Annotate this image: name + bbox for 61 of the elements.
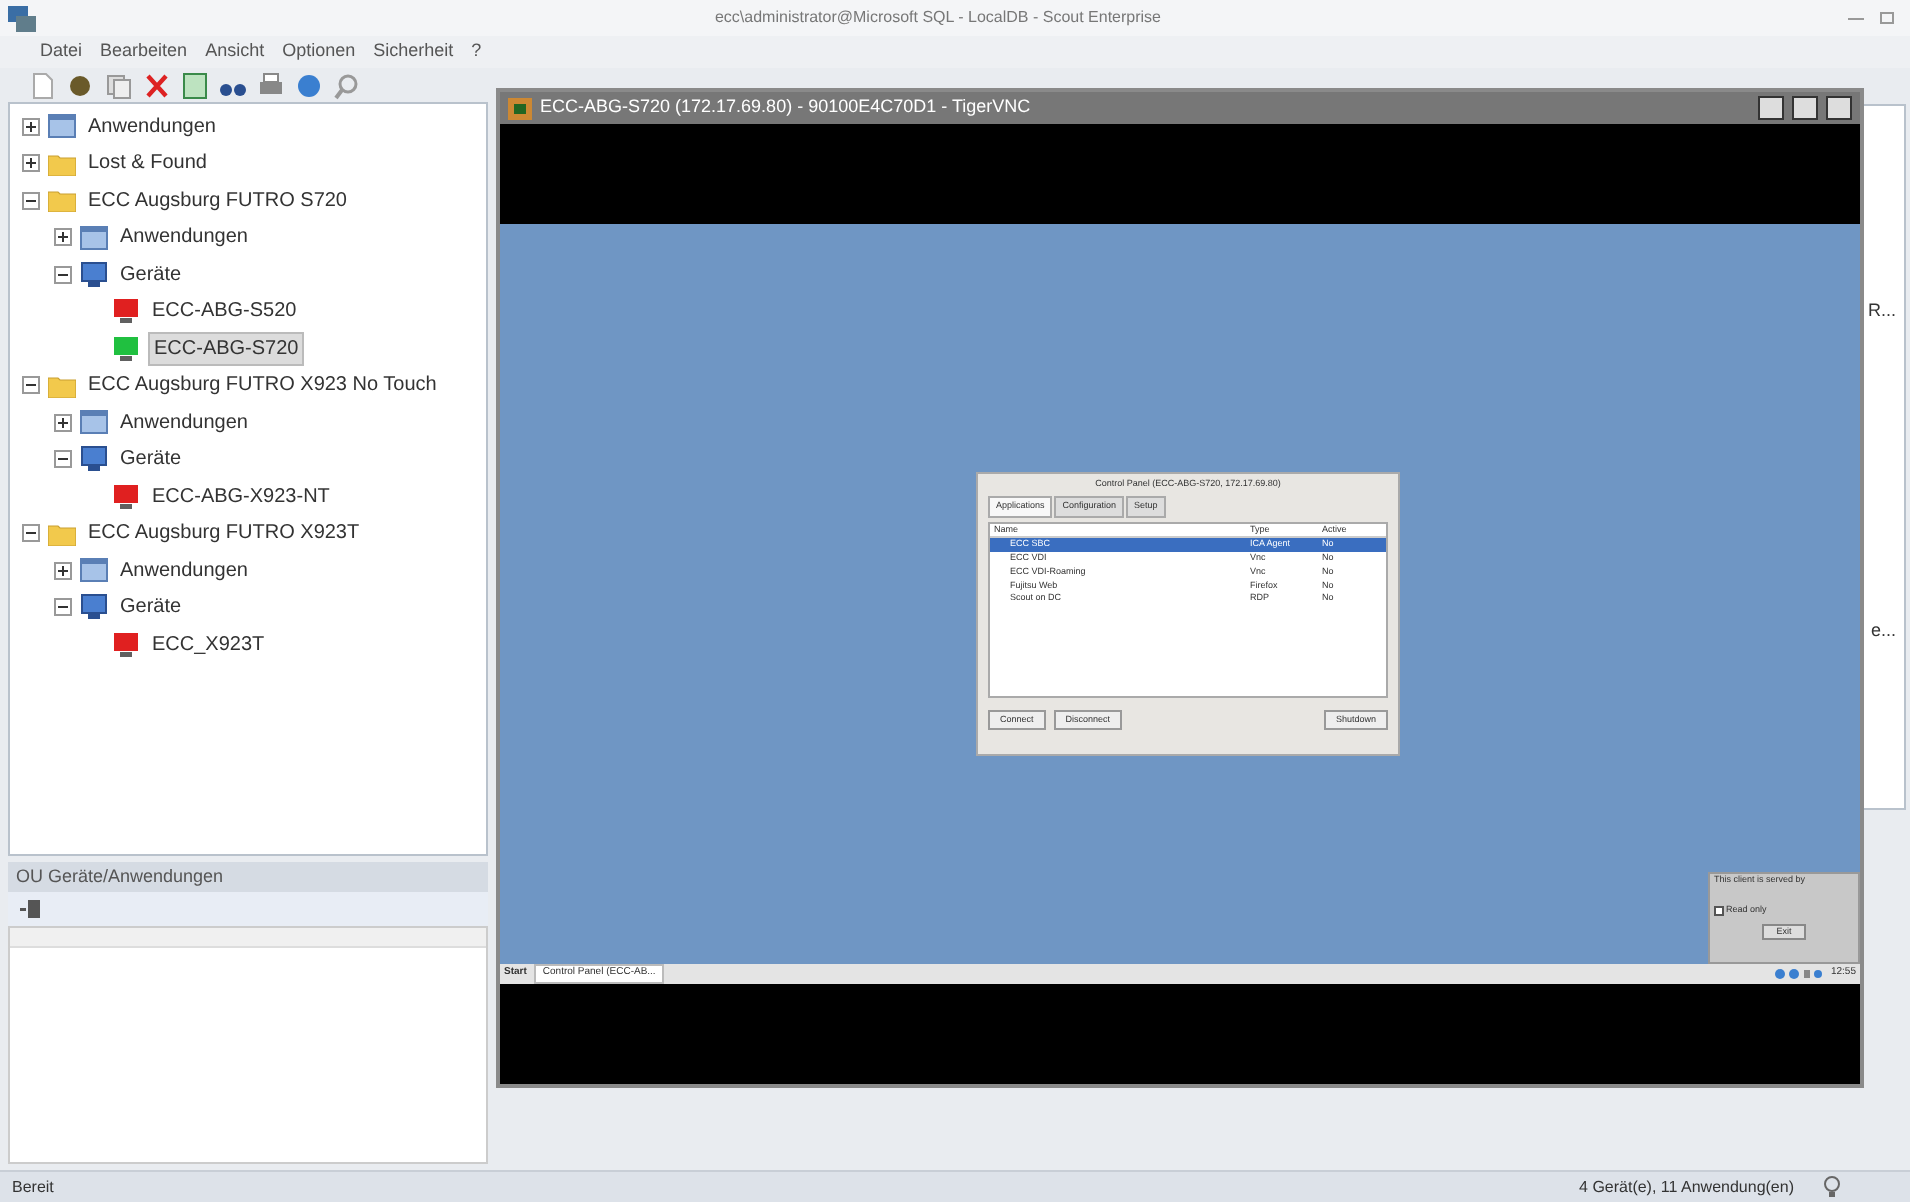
expand-icon[interactable] [22,117,40,136]
folder-icon [48,188,76,213]
window-icon [80,225,108,250]
folder-icon [48,521,76,546]
folder-icon [48,151,76,176]
monitor-icon [80,446,108,473]
expand-icon[interactable] [54,413,72,432]
collapse-icon[interactable] [22,524,40,543]
expand-icon[interactable] [22,154,40,173]
window-icon [48,114,76,139]
menu-item[interactable]: Sicherheit [373,38,454,66]
collapse-icon[interactable] [22,191,40,210]
exit-icon[interactable] [20,900,40,918]
monitor-icon [80,594,108,621]
collapse-icon[interactable] [54,598,72,617]
status-text: 4 Gerät(e), 11 Anwendung(en) [1579,1175,1794,1199]
lightbulb-icon [1822,1176,1842,1198]
collapse-icon[interactable] [54,450,72,469]
app-logo-icon [8,5,36,31]
collapse-icon[interactable] [54,265,72,284]
close-icon[interactable] [1826,96,1852,120]
menu-item[interactable]: Bearbeiten [100,38,188,66]
tree-item[interactable]: Geräte [116,592,186,623]
column-text: e... [1870,618,1896,644]
tree-item[interactable]: Lost & Found [84,148,211,179]
maximize-icon[interactable] [1792,96,1818,120]
tree-item[interactable]: ECC-ABG-S520 [148,296,301,327]
window-title: ECC-ABG-S720 (172.17.69.80) - 90100E4C70D1 - TigerVNC [540,94,1033,121]
expand-icon[interactable] [54,561,72,580]
tree-item[interactable]: ECC-ABG-X923-NT [148,481,334,512]
column-text: R... [1867,298,1896,324]
folder-icon [48,373,76,398]
window-icon [80,410,108,435]
window-title: ecc\administrator@Microsoft SQL - LocalDB - Scout Enterprise [712,6,1163,30]
menu-item[interactable]: Datei [40,38,83,66]
status-text: Bereit [12,1175,56,1199]
tree-item[interactable]: Geräte [116,259,186,290]
tree-item[interactable]: ECC Augsburg FUTRO X923T [84,518,364,549]
tree-item[interactable]: ECC Augsburg FUTRO S720 [84,185,351,216]
tree-item[interactable]: Anwendungen [84,111,220,142]
menu-item[interactable]: Optionen [282,38,356,66]
tree-item[interactable]: Anwendungen [116,407,252,438]
expand-icon[interactable] [54,228,72,247]
tree-item[interactable]: Geräte [116,444,186,475]
tree-item[interactable]: ECC_X923T [148,629,269,660]
delete-icon[interactable] [142,71,172,99]
tray-icons-drawing [1774,968,1823,980]
window-icon [80,558,108,583]
tree-item[interactable]: Anwendungen [116,222,252,253]
tree-item[interactable]: ECC Augsburg FUTRO X923 No Touch [84,370,441,401]
checkbox[interactable] [1714,905,1724,916]
tree-item[interactable]: ECC-ABG-S720 [148,331,305,366]
vnc-logo-icon [508,97,532,119]
minimize-icon[interactable] [1758,96,1784,120]
monitor-icon [80,261,108,288]
menu-item[interactable]: Ansicht [205,38,265,66]
printer-icon[interactable] [256,71,286,99]
tree-item[interactable]: Anwendungen [116,555,252,586]
collapse-icon[interactable] [22,376,40,395]
menu-item[interactable]: ? [471,38,482,66]
panel-title: OU Geräte/Anwendungen [16,863,224,890]
